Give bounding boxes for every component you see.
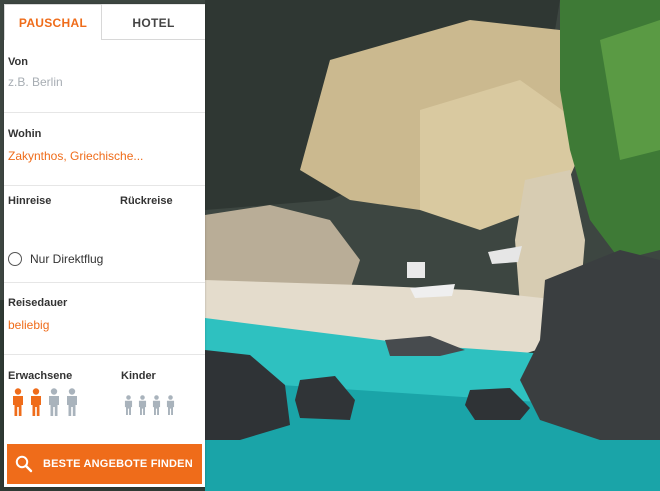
from-input[interactable]: z.B. Berlin: [8, 75, 198, 89]
person-icon: [152, 395, 161, 415]
find-offers-label: BESTE ANGEBOTE FINDEN: [43, 458, 193, 470]
duration-select[interactable]: beliebig: [8, 318, 49, 332]
duration-label: Reisedauer: [8, 297, 68, 309]
divider: [4, 112, 205, 113]
adult-count-option[interactable]: [12, 387, 24, 422]
direct-flight-label: Nur Direktflug: [30, 252, 104, 266]
person-icon: [138, 395, 147, 415]
return-date-label: Rückreise: [120, 195, 173, 207]
tab-package[interactable]: PAUSCHAL: [4, 4, 102, 40]
to-label: Wohin: [8, 128, 42, 140]
person-icon: [13, 388, 23, 416]
from-label: Von: [8, 56, 28, 68]
adult-count-option[interactable]: [48, 387, 60, 422]
find-offers-button[interactable]: BESTE ANGEBOTE FINDEN: [7, 444, 202, 484]
child-count-option[interactable]: [124, 395, 133, 420]
search-icon: [15, 455, 33, 473]
children-selector: [124, 395, 180, 420]
divider: [4, 282, 205, 283]
person-icon: [67, 388, 77, 416]
person-icon: [166, 395, 175, 415]
adult-count-option[interactable]: [66, 387, 78, 422]
outbound-date-label: Hinreise: [8, 195, 52, 207]
divider: [4, 354, 205, 355]
return-date-input[interactable]: [120, 210, 200, 236]
person-icon: [49, 388, 59, 416]
to-input[interactable]: Zakynthos, Griechische...: [8, 149, 198, 163]
divider: [4, 185, 205, 186]
children-label: Kinder: [121, 370, 156, 382]
person-icon: [31, 388, 41, 416]
adults-selector: [12, 388, 84, 422]
search-tabs: PAUSCHAL HOTEL: [4, 4, 205, 40]
person-icon: [124, 395, 133, 415]
direct-flight-option[interactable]: Nur Direktflug: [8, 250, 103, 268]
child-count-option[interactable]: [138, 395, 147, 420]
adult-count-option[interactable]: [30, 387, 42, 422]
radio-button[interactable]: [8, 252, 22, 266]
child-count-option[interactable]: [152, 395, 161, 420]
outbound-date-input[interactable]: [8, 210, 104, 236]
adults-label: Erwachsene: [8, 370, 73, 382]
tab-hotel[interactable]: HOTEL: [102, 4, 205, 40]
child-count-option[interactable]: [166, 395, 175, 420]
search-panel: PAUSCHAL HOTEL Von z.B. Berlin Wohin Zak…: [4, 4, 205, 487]
